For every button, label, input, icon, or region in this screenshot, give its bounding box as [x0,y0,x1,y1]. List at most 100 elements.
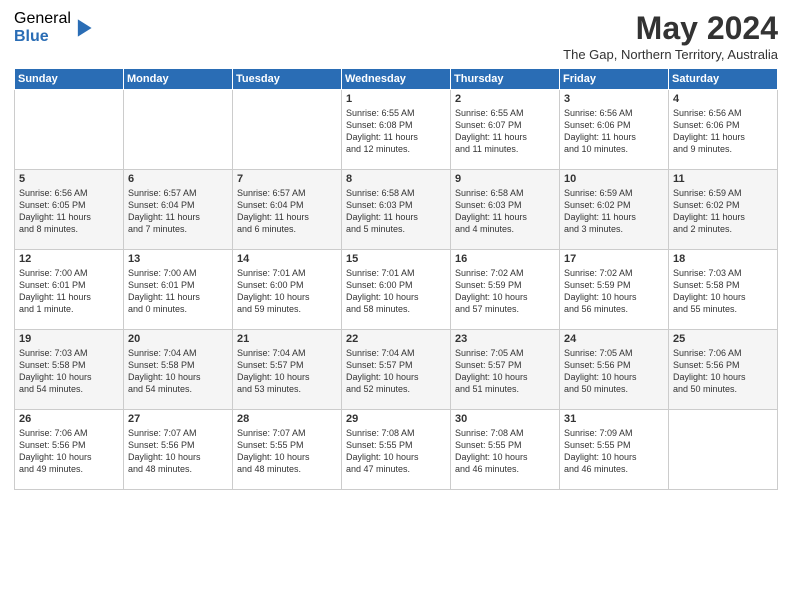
day-number: 5 [19,173,119,185]
header-tuesday: Tuesday [233,69,342,90]
header-wednesday: Wednesday [342,69,451,90]
day-number: 29 [346,413,446,425]
day-number: 26 [19,413,119,425]
day-number: 18 [673,253,773,265]
table-row: 21Sunrise: 7:04 AM Sunset: 5:57 PM Dayli… [233,330,342,410]
table-row: 13Sunrise: 7:00 AM Sunset: 6:01 PM Dayli… [124,250,233,330]
table-row: 20 Sunrise: 7:04 AM Sunset: 5:58 PM Dayli… [124,330,233,410]
day-info: Sunrise: 7:02 AM Sunset: 5:59 PM Dayligh… [455,267,555,316]
calendar-week-row: 12 Sunrise: 7:00 AM Sunset: 6:01 PM Dayli… [15,250,778,330]
day-info: Sunrise: 7:09 AM Sunset: 5:55 PM Dayligh… [564,427,664,476]
logo: General Blue [14,10,93,45]
day-number: 16 [455,253,555,265]
calendar-page: General Blue May 2024 The Gap, Northern … [0,0,792,612]
day-number: 25 [673,333,773,345]
day-number: 3 [564,93,664,105]
day-info: Sunrise: 7:07 AM Sunset: 5:55 PM Dayligh… [237,427,337,476]
header-sunday: Sunday [15,69,124,90]
day-info: Sunrise: 7:07 AM Sunset: 5:56 PM Dayligh… [128,427,228,476]
logo-icon [73,16,93,40]
calendar-week-row: 5Sunrise: 6:56 AM Sunset: 6:05 PM Daylig… [15,170,778,250]
day-number: 19 [19,333,119,345]
day-number: 6 [128,173,228,185]
day-info: Sunrise: 7:08 AM Sunset: 5:55 PM Dayligh… [455,427,555,476]
header-friday: Friday [560,69,669,90]
day-info: Sunrise: 6:58 AM Sunset: 6:03 PM Dayligh… [455,187,555,236]
day-info: Sunrise: 7:06 AM Sunset: 5:56 PM Dayligh… [673,347,773,396]
table-row [15,90,124,170]
table-row [233,90,342,170]
table-row: 24Sunrise: 7:05 AM Sunset: 5:56 PM Dayli… [560,330,669,410]
calendar-table: Sunday Monday Tuesday Wednesday Thursday… [14,68,778,490]
day-info: Sunrise: 6:56 AM Sunset: 6:06 PM Dayligh… [673,107,773,156]
day-info: Sunrise: 7:08 AM Sunset: 5:55 PM Dayligh… [346,427,446,476]
day-number: 31 [564,413,664,425]
logo-text: General Blue [14,10,71,45]
table-row: 12 Sunrise: 7:00 AM Sunset: 6:01 PM Dayli… [15,250,124,330]
table-row: 30 Sunrise: 7:08 AM Sunset: 5:55 PM Dayli… [451,410,560,490]
table-row: 22 Sunrise: 7:04 AM Sunset: 5:57 PM Dayli… [342,330,451,410]
day-info: Sunrise: 7:00 AM Sunset: 6:01 PM Dayligh… [19,267,119,316]
day-info: Sunrise: 6:58 AM Sunset: 6:03 PM Dayligh… [346,187,446,236]
table-row: 10 Sunrise: 6:59 AM Sunset: 6:02 PM Dayli… [560,170,669,250]
day-info: Sunrise: 6:57 AM Sunset: 6:04 PM Dayligh… [128,187,228,236]
table-row: 2Sunrise: 6:55 AM Sunset: 6:07 PM Daylig… [451,90,560,170]
table-row: 18Sunrise: 7:03 AM Sunset: 5:58 PM Dayli… [669,250,778,330]
day-info: Sunrise: 7:04 AM Sunset: 5:58 PM Dayligh… [128,347,228,396]
day-number: 10 [564,173,664,185]
header-thursday: Thursday [451,69,560,90]
table-row: 23Sunrise: 7:05 AM Sunset: 5:57 PM Dayli… [451,330,560,410]
table-row: 5Sunrise: 6:56 AM Sunset: 6:05 PM Daylig… [15,170,124,250]
table-row: 25 Sunrise: 7:06 AM Sunset: 5:56 PM Dayli… [669,330,778,410]
day-info: Sunrise: 6:57 AM Sunset: 6:04 PM Dayligh… [237,187,337,236]
table-row: 28 Sunrise: 7:07 AM Sunset: 5:55 PM Dayli… [233,410,342,490]
day-info: Sunrise: 7:01 AM Sunset: 6:00 PM Dayligh… [237,267,337,316]
calendar-week-row: 1 Sunrise: 6:55 AM Sunset: 6:08 PM Daylig… [15,90,778,170]
day-number: 28 [237,413,337,425]
calendar-header-row: Sunday Monday Tuesday Wednesday Thursday… [15,69,778,90]
table-row: 8 Sunrise: 6:58 AM Sunset: 6:03 PM Daylig… [342,170,451,250]
day-info: Sunrise: 7:04 AM Sunset: 5:57 PM Dayligh… [237,347,337,396]
day-info: Sunrise: 7:02 AM Sunset: 5:59 PM Dayligh… [564,267,664,316]
day-info: Sunrise: 7:03 AM Sunset: 5:58 PM Dayligh… [19,347,119,396]
table-row: 4 Sunrise: 6:56 AM Sunset: 6:06 PM Daylig… [669,90,778,170]
main-title: May 2024 [563,10,778,47]
day-info: Sunrise: 6:59 AM Sunset: 6:02 PM Dayligh… [673,187,773,236]
day-number: 15 [346,253,446,265]
table-row: 3 Sunrise: 6:56 AM Sunset: 6:06 PM Daylig… [560,90,669,170]
subtitle: The Gap, Northern Territory, Australia [563,47,778,62]
title-block: May 2024 The Gap, Northern Territory, Au… [563,10,778,62]
day-number: 30 [455,413,555,425]
day-info: Sunrise: 6:56 AM Sunset: 6:06 PM Dayligh… [564,107,664,156]
table-row: 27 Sunrise: 7:07 AM Sunset: 5:56 PM Dayli… [124,410,233,490]
day-number: 27 [128,413,228,425]
day-info: Sunrise: 7:01 AM Sunset: 6:00 PM Dayligh… [346,267,446,316]
table-row: 19 Sunrise: 7:03 AM Sunset: 5:58 PM Dayli… [15,330,124,410]
day-number: 7 [237,173,337,185]
day-number: 17 [564,253,664,265]
day-number: 4 [673,93,773,105]
day-number: 1 [346,93,446,105]
table-row: 17 Sunrise: 7:02 AM Sunset: 5:59 PM Dayli… [560,250,669,330]
day-info: Sunrise: 7:06 AM Sunset: 5:56 PM Dayligh… [19,427,119,476]
table-row: 16 Sunrise: 7:02 AM Sunset: 5:59 PM Dayli… [451,250,560,330]
calendar-week-row: 26 Sunrise: 7:06 AM Sunset: 5:56 PM Dayli… [15,410,778,490]
calendar-week-row: 19 Sunrise: 7:03 AM Sunset: 5:58 PM Dayli… [15,330,778,410]
day-info: Sunrise: 7:04 AM Sunset: 5:57 PM Dayligh… [346,347,446,396]
day-info: Sunrise: 6:59 AM Sunset: 6:02 PM Dayligh… [564,187,664,236]
day-info: Sunrise: 6:55 AM Sunset: 6:08 PM Dayligh… [346,107,446,156]
day-number: 12 [19,253,119,265]
logo-blue: Blue [14,28,71,46]
day-number: 22 [346,333,446,345]
day-number: 24 [564,333,664,345]
day-number: 23 [455,333,555,345]
table-row: 6 Sunrise: 6:57 AM Sunset: 6:04 PM Daylig… [124,170,233,250]
day-number: 2 [455,93,555,105]
day-info: Sunrise: 7:00 AM Sunset: 6:01 PM Dayligh… [128,267,228,316]
table-row: 1 Sunrise: 6:55 AM Sunset: 6:08 PM Daylig… [342,90,451,170]
table-row: 7 Sunrise: 6:57 AM Sunset: 6:04 PM Daylig… [233,170,342,250]
day-number: 8 [346,173,446,185]
day-number: 20 [128,333,228,345]
day-number: 14 [237,253,337,265]
table-row: 9Sunrise: 6:58 AM Sunset: 6:03 PM Daylig… [451,170,560,250]
